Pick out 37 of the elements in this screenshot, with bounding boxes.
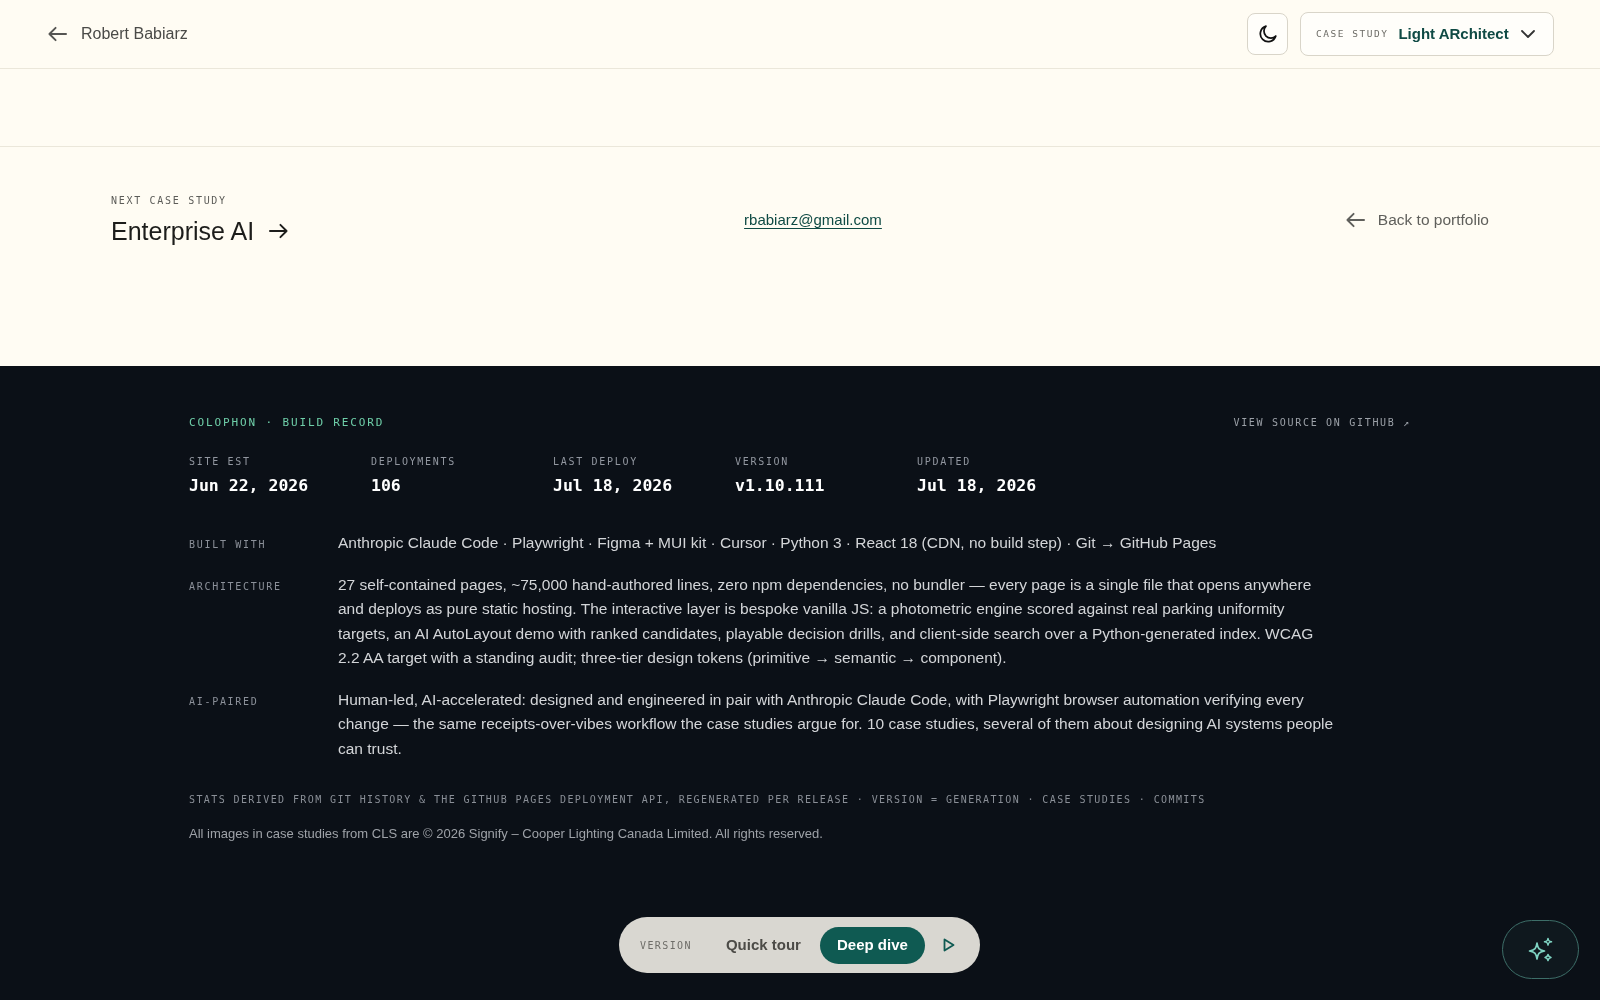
stat-label: VERSION: [735, 455, 790, 469]
stat-label: LAST DEPLOY: [553, 455, 638, 469]
email-link[interactable]: rbabiarz@gmail.com: [744, 208, 882, 232]
next-case-study-link[interactable]: Enterprise AI: [111, 216, 289, 246]
copyright-text: All images in case studies from CLS are © 2026 Signify – Cooper Lighting Canada Limited. All rights reserved.: [189, 825, 823, 843]
stat-value: Jul 18, 2026: [553, 475, 673, 497]
stat-label: SITE EST: [189, 455, 251, 469]
back-to-portfolio-link[interactable]: Back to portfolio: [1345, 208, 1489, 232]
detail-label: AI-PAIRED: [189, 694, 260, 709]
stat-label: UPDATED: [917, 455, 972, 469]
arrow-right-icon: [269, 223, 289, 239]
back-link[interactable]: Robert Babiarz: [48, 22, 188, 46]
stat-value: 106: [371, 475, 401, 497]
version-tab[interactable]: Deep dive: [819, 926, 925, 964]
play-icon: [942, 938, 955, 952]
case-study-select[interactable]: CASE STUDY Light ARchitect: [1300, 12, 1554, 56]
theme-toggle-button[interactable]: [1247, 13, 1288, 55]
chevron-down-icon: [1521, 30, 1535, 38]
moon-icon: [1256, 23, 1279, 45]
stat-value: Jul 18, 2026: [917, 475, 1037, 497]
detail-text: Anthropic Claude Code · Playwright · Figma + MUI kit · Cursor · Python 3 · React 18 (CDN, no build step) · Git → GitHub Pages: [338, 533, 1218, 553]
detail-label: BUILT WITH: [189, 538, 268, 552]
section-label: NEXT CASE STUDY: [111, 194, 227, 208]
stat-label: DEPLOYMENTS: [371, 455, 456, 469]
view-source-link[interactable]: VIEW SOURCE ON GITHUB ↗: [1233, 415, 1411, 431]
stat-value: Jun 22, 2026: [189, 475, 309, 497]
sparkle-icon: [1526, 935, 1555, 964]
arrow-left-icon: [1345, 212, 1365, 228]
arrow-left-icon: [48, 26, 67, 42]
stat-value: v1.10.111: [735, 475, 825, 497]
detail-text: 27 self-contained pages, ~75,000 hand-authored lines, zero npm dependencies, no bundler — every page is a single file that opens anywhere and deploys as pure static hosting. The interactive layer is bespoke vanilla JS: a photometric engine scored against real parking uniformity targets, an AI AutoLayout demo with ranked candidates, playable decision drills, and client-side search over a Python-generated index. WCAG 2.2 AA target with a standing audit; three-tier design tokens (primitive → semantic → component).: [338, 574, 1315, 668]
detail-text: Human-led, AI-accelerated: designed and engineered in pair with Anthropic Claude Code, with Playwright browser automation verifying every change — the same receipts-over-vibes workflow the case studies argue for. 10 case studies, several of them about designing AI systems people can trust.: [338, 689, 1335, 759]
version-label: VERSION: [640, 938, 692, 953]
colophon-title: COLOPHON · BUILD RECORD: [189, 415, 385, 431]
stats-footnote: STATS DERIVED FROM GIT HISTORY & THE GITHUB PAGES DEPLOYMENT API, REGENERATED PER RELEASE · VERSION = GENERATION · CASE STUDIES · COMMITS: [189, 793, 1206, 807]
version-tab[interactable]: Quick tour: [708, 926, 818, 964]
detail-label: ARCHITECTURE: [189, 579, 283, 594]
